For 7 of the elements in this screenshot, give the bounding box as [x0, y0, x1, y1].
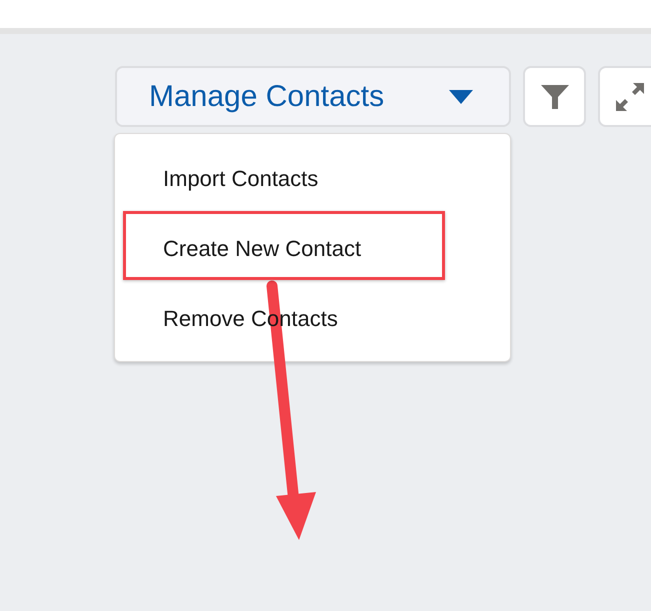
- filter-button[interactable]: [523, 66, 586, 127]
- expand-icon: [614, 80, 646, 112]
- expand-button[interactable]: [598, 66, 651, 127]
- manage-contacts-menu-button[interactable]: Manage Contacts: [115, 66, 511, 127]
- menu-item[interactable]: Import Contacts: [115, 144, 510, 214]
- caret-icon: [449, 90, 473, 104]
- menu-item[interactable]: Create New Contact: [115, 214, 510, 284]
